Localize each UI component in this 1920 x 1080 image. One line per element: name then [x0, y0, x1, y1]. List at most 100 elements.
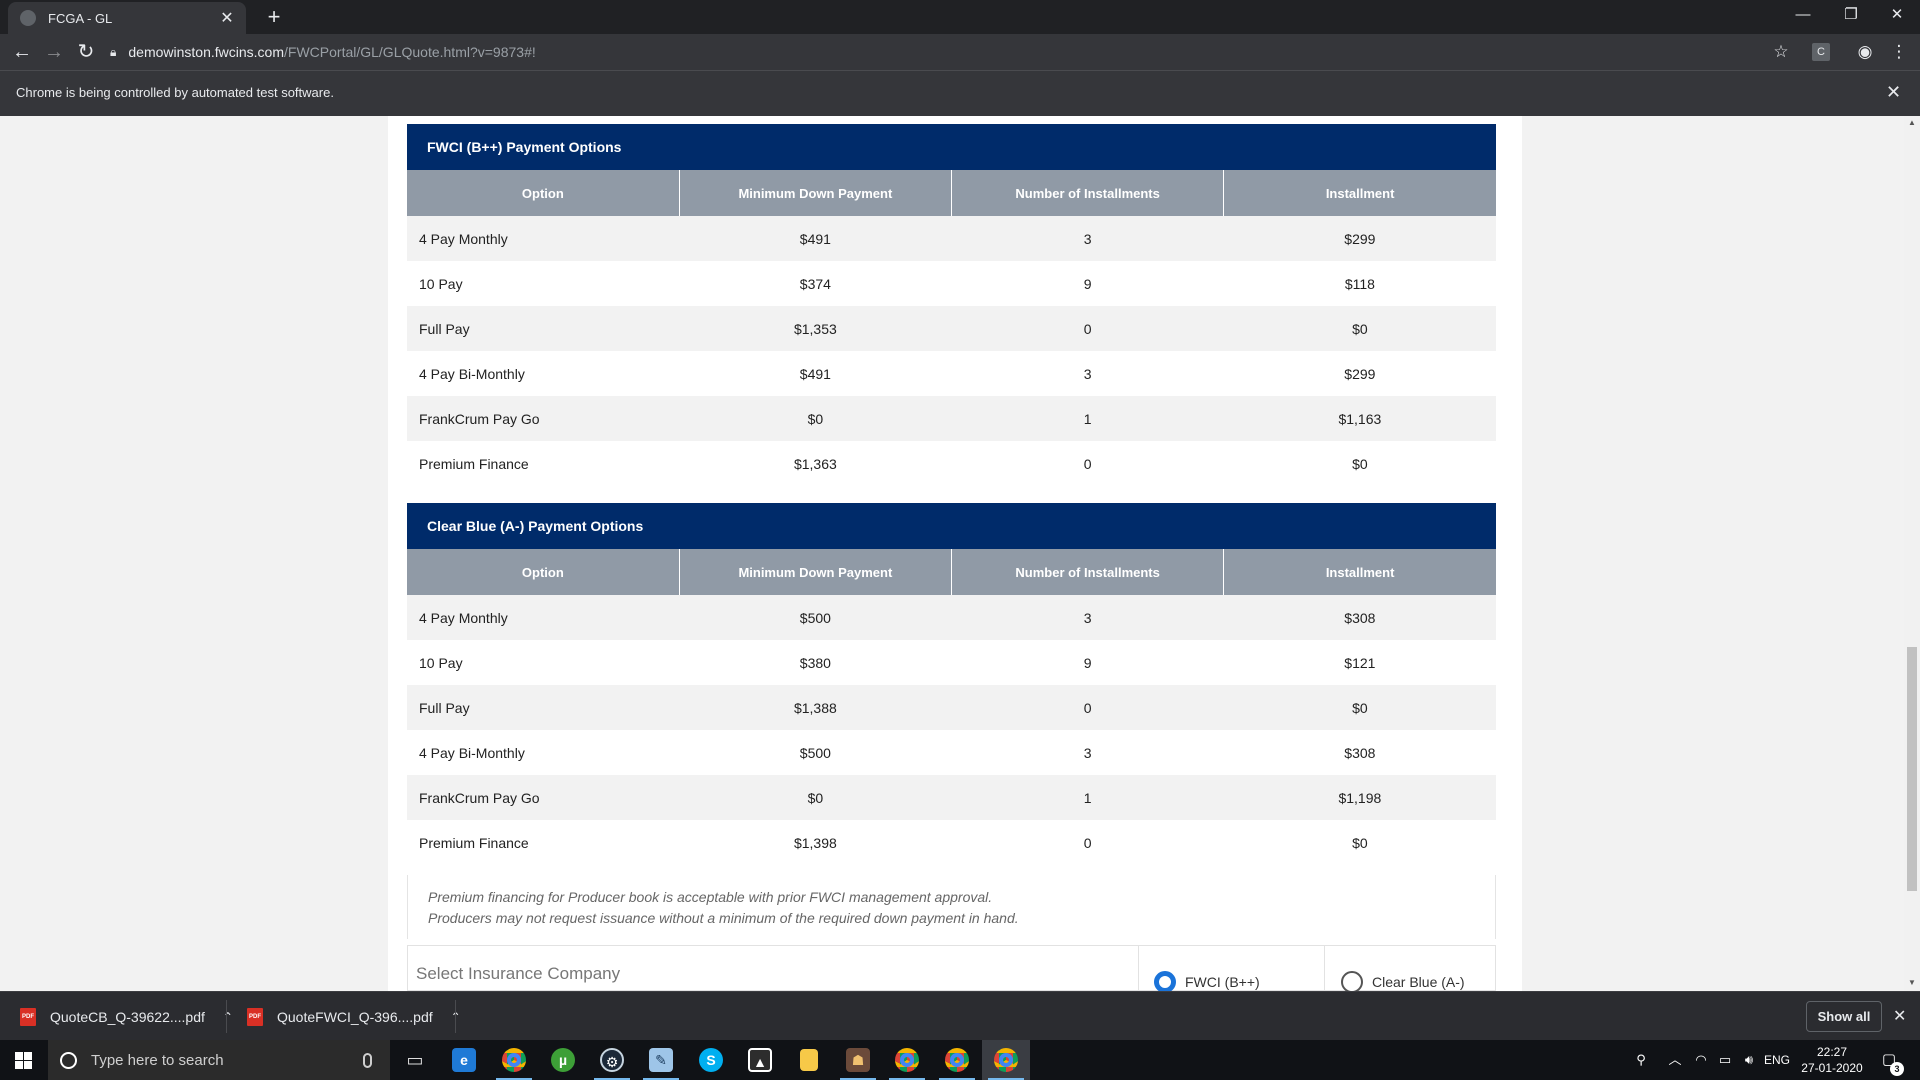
system-clock[interactable]: 22:27 27-01-2020 [1792, 1044, 1872, 1076]
clearblue-radio[interactable] [1341, 971, 1363, 991]
chrome-icon[interactable] [982, 1040, 1030, 1080]
installments-count-cell: 3 [951, 216, 1224, 261]
chevron-up-icon[interactable]: ⌃ [223, 1010, 233, 1024]
column-header: Option [407, 549, 680, 595]
downloads-shelf: PDF QuoteCB_Q-39622....pdf ⌃ PDF QuoteFW… [0, 991, 1920, 1040]
installment-cell: $1,163 [1223, 396, 1496, 441]
game-icon[interactable]: ☗ [834, 1040, 882, 1080]
close-window-icon[interactable]: ✕ [1874, 0, 1920, 30]
table-row: Premium Finance $1,363 0 $0 [407, 441, 1496, 486]
clock-time: 22:27 [1816, 1045, 1848, 1059]
table-row: Full Pay $1,353 0 $0 [407, 306, 1496, 351]
windows-logo-icon [15, 1052, 32, 1069]
network-icon[interactable]: ◠ [1690, 1040, 1712, 1080]
clock-date: 27-01-2020 [1801, 1061, 1863, 1075]
down-payment-cell: $374 [679, 261, 952, 306]
installment-cell: $0 [1223, 685, 1496, 730]
chrome-icon[interactable] [933, 1040, 981, 1080]
browser-tab[interactable]: FCGA - GL ✕ [8, 2, 246, 34]
tab-title: FCGA - GL [48, 10, 113, 26]
restore-icon[interactable]: ❐ [1828, 0, 1874, 30]
close-downloads-icon[interactable]: ✕ [1893, 1006, 1906, 1026]
download-item[interactable]: PDF QuoteFWCI_Q-396....pdf ⌃ [247, 992, 461, 1041]
down-payment-cell: $500 [679, 730, 952, 775]
down-payment-cell: $1,398 [679, 820, 952, 865]
download-item[interactable]: PDF QuoteCB_Q-39622....pdf ⌃ [20, 992, 233, 1041]
clearblue-radio-label[interactable]: Clear Blue (A-) [1372, 974, 1465, 990]
forward-icon[interactable]: → [40, 38, 68, 66]
down-payment-cell: $1,363 [679, 441, 952, 486]
microphone-icon[interactable] [363, 1052, 372, 1068]
divider [1324, 946, 1325, 991]
photos-icon[interactable]: ▲ [736, 1040, 784, 1080]
notepad-icon[interactable]: ✎ [637, 1040, 685, 1080]
address-bar[interactable]: 🔒︎ demowinston.fwcins.com /FWCPortal/GL/… [110, 38, 1772, 66]
infobar-text: Chrome is being controlled by automated … [16, 85, 334, 100]
option-cell: 4 Pay Monthly [407, 595, 680, 640]
close-infobar-icon[interactable]: ✕ [1886, 82, 1901, 103]
people-icon[interactable]: ⚲ [1630, 1040, 1652, 1080]
table-row: 4 Pay Monthly $500 3 $308 [407, 595, 1496, 640]
down-payment-cell: $491 [679, 216, 952, 261]
installment-cell: $308 [1223, 730, 1496, 775]
divider [1138, 946, 1139, 991]
fwci-panel-header: FWCI (B++) Payment Options [407, 124, 1496, 170]
new-tab-button[interactable]: + [262, 5, 286, 29]
back-icon[interactable]: ← [8, 38, 36, 66]
skype-icon[interactable]: S [687, 1040, 735, 1080]
table-row: FrankCrum Pay Go $0 1 $1,198 [407, 775, 1496, 820]
option-cell: 10 Pay [407, 261, 680, 306]
chevron-up-icon[interactable]: ︿ [1664, 1040, 1686, 1080]
minimize-icon[interactable]: — [1780, 0, 1826, 30]
reload-icon[interactable]: ↻ [72, 38, 100, 66]
battery-icon[interactable]: ▭ [1714, 1040, 1736, 1080]
scroll-down-icon[interactable]: ▼ [1906, 978, 1918, 987]
search-placeholder: Type here to search [91, 1051, 224, 1069]
divider [455, 1000, 456, 1033]
notification-count-badge: 3 [1890, 1062, 1904, 1076]
down-payment-cell: $1,353 [679, 306, 952, 351]
table-row: 4 Pay Bi-Monthly $500 3 $308 [407, 730, 1496, 775]
utorrent-icon[interactable]: µ [539, 1040, 587, 1080]
installments-count-cell: 0 [951, 306, 1224, 351]
extension-icon[interactable]: C [1812, 43, 1830, 61]
windows-taskbar: Type here to search ▭ e µ ⚙︎ ✎ S ▲ ☗ ⚲ ︿… [0, 1040, 1920, 1080]
task-view-icon[interactable]: ▭ [391, 1040, 439, 1080]
url-host: demowinston.fwcins.com [128, 44, 285, 60]
fwci-radio-label[interactable]: FWCI (B++) [1185, 974, 1260, 990]
select-insurance-label: Select Insurance Company [416, 964, 621, 983]
star-icon[interactable]: ☆ [1769, 40, 1793, 64]
taskbar-search[interactable]: Type here to search [48, 1040, 390, 1080]
menu-icon[interactable]: ⋮ [1887, 40, 1911, 64]
scroll-up-icon[interactable]: ▲ [1906, 118, 1918, 127]
installment-cell: $0 [1223, 306, 1496, 351]
file-explorer-icon[interactable] [785, 1040, 833, 1080]
download-filename: QuoteFWCI_Q-396....pdf [277, 1008, 433, 1025]
option-cell: Premium Finance [407, 441, 680, 486]
account-icon[interactable]: ◉ [1853, 40, 1877, 64]
chrome-icon[interactable] [883, 1040, 931, 1080]
show-all-downloads-button[interactable]: Show all [1806, 1001, 1882, 1032]
volume-icon[interactable]: 🔊︎ [1738, 1040, 1760, 1080]
cortana-icon [60, 1051, 77, 1069]
fwci-radio[interactable] [1154, 971, 1176, 991]
language-indicator[interactable]: ENG [1762, 1040, 1792, 1080]
steam-icon[interactable]: ⚙︎ [588, 1040, 636, 1080]
installment-cell: $118 [1223, 261, 1496, 306]
close-tab-icon[interactable]: ✕ [218, 8, 236, 28]
note-line: Producers may not request issuance witho… [428, 910, 1019, 926]
installments-count-cell: 1 [951, 775, 1224, 820]
start-button[interactable] [0, 1040, 48, 1080]
column-header: Number of Installments [950, 170, 1224, 216]
table-row: FrankCrum Pay Go $0 1 $1,163 [407, 396, 1496, 441]
edge-icon[interactable]: e [440, 1040, 488, 1080]
table-row: Premium Finance $1,398 0 $0 [407, 820, 1496, 865]
down-payment-cell: $500 [679, 595, 952, 640]
scrollbar-thumb[interactable] [1907, 647, 1917, 891]
installments-count-cell: 0 [951, 441, 1224, 486]
clearblue-panel-header: Clear Blue (A-) Payment Options [407, 503, 1496, 549]
down-payment-cell: $491 [679, 351, 952, 396]
option-cell: 10 Pay [407, 640, 680, 685]
down-payment-cell: $0 [679, 396, 952, 441]
chrome-icon[interactable] [490, 1040, 538, 1080]
